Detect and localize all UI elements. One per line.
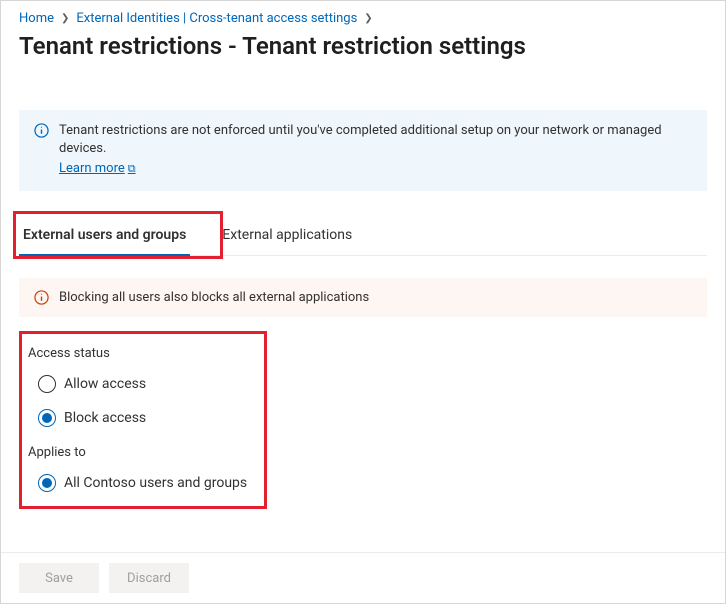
chevron-right-icon: ❯ [61, 13, 69, 24]
radio-label: Allow access [64, 376, 146, 392]
chevron-right-icon: ❯ [364, 13, 372, 24]
radio-checked-icon [38, 474, 56, 492]
applies-to-label: Applies to [28, 445, 254, 460]
info-text: Tenant restrictions are not enforced unt… [59, 123, 662, 156]
learn-more-link[interactable]: Learn more⧉ [59, 160, 136, 178]
breadcrumb: Home ❯ External Identities | Cross-tenan… [19, 11, 707, 26]
save-button[interactable]: Save [19, 563, 99, 593]
highlight-box-form: Access status Allow access Block access … [19, 331, 267, 509]
radio-label: All Contoso users and groups [64, 475, 247, 491]
breadcrumb-external-identities[interactable]: External Identities | Cross-tenant acces… [76, 11, 357, 26]
tab-external-users-groups[interactable]: External users and groups [19, 217, 190, 255]
warning-message: Blocking all users also blocks all exter… [19, 278, 707, 317]
external-link-icon: ⧉ [128, 162, 136, 175]
info-icon [33, 123, 49, 138]
breadcrumb-home[interactable]: Home [19, 11, 54, 26]
info-icon [33, 290, 49, 305]
radio-label: Block access [64, 410, 146, 426]
tabs: External users and groups External appli… [19, 217, 707, 256]
tab-external-applications[interactable]: External applications [218, 217, 356, 255]
info-message: Tenant restrictions are not enforced unt… [19, 110, 707, 191]
radio-allow-access[interactable]: Allow access [38, 375, 254, 393]
radio-block-access[interactable]: Block access [38, 409, 254, 427]
access-status-label: Access status [28, 346, 254, 361]
radio-icon [38, 375, 56, 393]
radio-checked-icon [38, 409, 56, 427]
footer: Save Discard [1, 552, 725, 603]
page-title: Tenant restrictions - Tenant restriction… [19, 32, 707, 60]
radio-all-contoso-users[interactable]: All Contoso users and groups [38, 474, 254, 492]
discard-button[interactable]: Discard [109, 563, 189, 593]
warning-text: Blocking all users also blocks all exter… [59, 290, 369, 305]
